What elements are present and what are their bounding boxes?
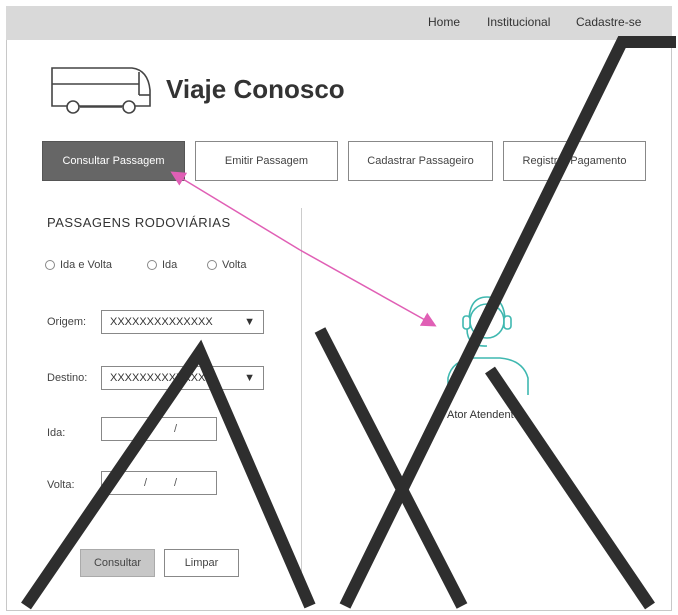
top-bar (6, 6, 672, 40)
limpar-button[interactable]: Limpar (164, 549, 239, 577)
date-separator: / (144, 477, 148, 489)
nav-link-cadastre[interactable]: Cadastre-se (576, 15, 641, 29)
radio-circle[interactable] (207, 260, 217, 270)
tab-registrar-pagamento[interactable]: Registrar Pagamento (503, 141, 646, 181)
nav-link-home[interactable]: Home (428, 15, 460, 29)
radio-ida-e-volta[interactable]: Ida e Volta (45, 259, 112, 271)
volta-label: Volta: (47, 479, 75, 491)
destino-value: XXXXXXXXXXXXXX (110, 372, 213, 384)
section-title: PASSAGENS RODOVIÁRIAS (47, 215, 231, 230)
volta-date-field[interactable]: / / (101, 471, 217, 495)
ida-date-field[interactable]: / / (101, 417, 217, 441)
actor-label: Ator Atendente (447, 409, 520, 421)
chevron-down-icon[interactable]: ▼ (244, 316, 255, 328)
origem-label: Origem: (47, 316, 87, 328)
date-separator: / (174, 423, 178, 435)
column-divider (301, 208, 302, 584)
date-separator: / (144, 423, 148, 435)
origem-value: XXXXXXXXXXXXXX (110, 316, 213, 328)
destino-label: Destino: (47, 372, 88, 384)
destino-select[interactable]: XXXXXXXXXXXXXX ▼ (101, 366, 264, 390)
tab-emitir-passagem[interactable]: Emitir Passagem (195, 141, 338, 181)
radio-volta[interactable]: Volta (207, 259, 246, 271)
date-separator: / (174, 477, 178, 489)
radio-label: Ida e Volta (60, 259, 112, 271)
tab-consultar-passagem[interactable]: Consultar Passagem (42, 141, 185, 181)
brand-title: Viaje Conosco (166, 74, 345, 104)
nav-link-institucional[interactable]: Institucional (487, 15, 550, 29)
tab-cadastrar-passageiro[interactable]: Cadastrar Passageiro (348, 141, 493, 181)
origem-select[interactable]: XXXXXXXXXXXXXX ▼ (101, 310, 264, 334)
radio-label: Volta (222, 259, 247, 271)
consultar-button[interactable]: Consultar (80, 549, 155, 577)
radio-circle[interactable] (45, 260, 55, 270)
radio-circle[interactable] (147, 260, 157, 270)
ida-label: Ida: (47, 427, 66, 439)
radio-label: Ida (162, 259, 178, 271)
radio-ida[interactable]: Ida (147, 259, 177, 271)
chevron-down-icon[interactable]: ▼ (244, 372, 255, 384)
